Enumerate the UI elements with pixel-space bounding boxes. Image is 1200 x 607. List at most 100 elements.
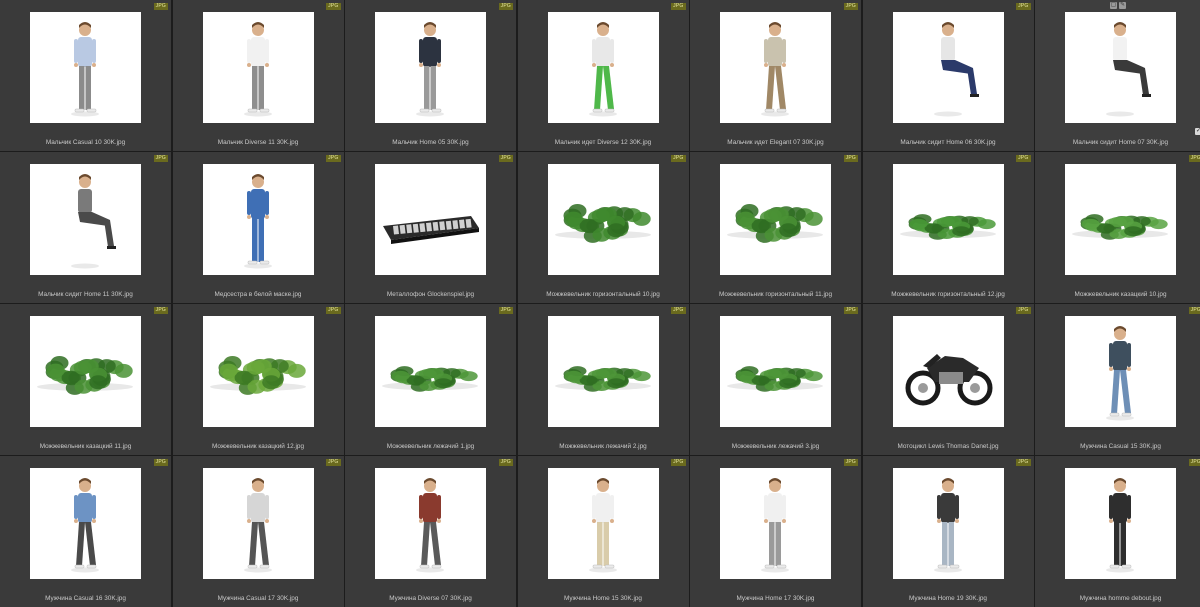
select-checkbox[interactable]: ✓ xyxy=(1195,128,1200,135)
thumbnail-image[interactable] xyxy=(1065,164,1176,275)
thumbnail-image[interactable] xyxy=(892,164,1004,275)
file-name-label: Мужчина Casual 16 30K.jpg xyxy=(45,595,126,602)
person-boy-icon xyxy=(1106,22,1151,117)
file-type-badge: JPG xyxy=(1188,307,1200,314)
thumbnail-cell[interactable]: JPG Мальчик Casual 10 30K.jpg xyxy=(0,0,171,151)
thumbnail-image[interactable] xyxy=(375,316,486,427)
thumbnail-cell[interactable]: JPG Мальчик сидит Home 06 30K.jpg xyxy=(862,0,1034,151)
file-type-badge: JPG xyxy=(1016,459,1031,466)
file-name-label: Мужчина Home 17 30K.jpg xyxy=(736,595,815,602)
file-name-label: Мальчик Casual 10 30K.jpg xyxy=(45,139,126,146)
thumbnail-image[interactable] xyxy=(892,316,1004,427)
person-man-icon xyxy=(1106,478,1134,573)
thumbnail-image[interactable] xyxy=(1065,316,1176,427)
thumbnail-cell[interactable]: JPG Мальчик идет Diverse 12 30K.jpg xyxy=(517,0,689,151)
thumbnail-image[interactable] xyxy=(892,12,1004,123)
file-type-badge: JPG xyxy=(498,155,513,162)
file-name-label: Можжевельник лежачий 1.jpg xyxy=(386,443,475,450)
thumbnail-cell[interactable]: JPG Мальчик Diverse 11 30K.jpg xyxy=(172,0,344,151)
file-name-label: Мужчина Casual 15 30K.jpg xyxy=(1080,443,1161,450)
thumbnail-cell[interactable]: JPG Мужчина Home 15 30K.jpg xyxy=(517,456,689,607)
thumbnail-cell[interactable]: JPG Мужчина Casual 15 30K.jpg xyxy=(1035,304,1200,455)
file-type-badge: JPG xyxy=(326,307,341,314)
file-type-badge: JPG xyxy=(326,155,341,162)
thumbnail-cell[interactable]: JPG Мальчик идет Elegant 07 30K.jpg xyxy=(690,0,861,151)
file-type-badge: JPG xyxy=(153,155,168,162)
thumbnail-cell[interactable]: JPG Мужчина Casual 16 30K.jpg xyxy=(0,456,171,607)
thumbnail-image[interactable] xyxy=(375,12,486,123)
motorcycle-icon xyxy=(905,354,992,406)
thumbnail-image[interactable] xyxy=(547,164,659,275)
thumbnail-cell[interactable]: JPG Можжевельник горизонтальный 12.jpg xyxy=(862,152,1034,303)
thumbnail-cell[interactable]: JPG Металлофон Glockenspiel.jpg xyxy=(345,152,516,303)
person-man-icon xyxy=(761,478,789,573)
thumbnail-image[interactable] xyxy=(202,316,314,427)
file-name-label: Мужчина Home 19 30K.jpg xyxy=(908,595,987,602)
thumbnail-cell[interactable]: JPG Мужчина Home 19 30K.jpg xyxy=(862,456,1034,607)
thumbnail-cell[interactable]: JPG Можжевельник лежачий 3.jpg xyxy=(690,304,861,455)
thumbnail-image[interactable] xyxy=(30,164,141,275)
thumbnail-image[interactable] xyxy=(1065,12,1176,123)
thumbnail-cell[interactable]: JPG Можжевельник горизонтальный 10.jpg xyxy=(517,152,689,303)
thumbnail-cell[interactable]: JPG Медсестра в белой маске.jpg xyxy=(172,152,344,303)
file-name-label: Можжевельник лежачий 2.jpg xyxy=(559,443,647,450)
thumbnail-cell[interactable]: JPG Можжевельник казацкий 11.jpg xyxy=(0,304,171,455)
thumbnail-image[interactable] xyxy=(547,468,659,579)
thumbnail-cell[interactable]: JPG Можжевельник горизонтальный 11.jpg xyxy=(690,152,861,303)
file-type-badge: JPG xyxy=(498,3,513,10)
thumbnail-image[interactable] xyxy=(720,468,831,579)
person-sitting-icon xyxy=(71,174,116,269)
person-boy-icon xyxy=(416,22,444,117)
pencil-icon[interactable]: ✎ xyxy=(1119,2,1126,9)
thumbnail-image[interactable] xyxy=(202,164,314,275)
thumbnail-image[interactable] xyxy=(30,12,141,123)
file-name-label: Можжевельник горизонтальный 11.jpg xyxy=(718,291,833,298)
file-type-badge: JPG xyxy=(1188,155,1200,162)
thumbnail-image[interactable] xyxy=(202,12,314,123)
thumbnail-image[interactable] xyxy=(202,468,314,579)
file-type-badge: JPG xyxy=(326,3,341,10)
thumbnail-cell[interactable]: JPG Мотоцикл Lewis Thomas Danet.jpg xyxy=(862,304,1034,455)
frame-icon[interactable]: ▢ xyxy=(1110,2,1117,9)
shrub-icon xyxy=(209,356,306,395)
file-name-label: Можжевельник горизонтальный 10.jpg xyxy=(546,291,660,298)
thumbnail-image[interactable] xyxy=(547,12,659,123)
shrub-icon xyxy=(37,356,133,395)
thumbnail-image[interactable] xyxy=(720,316,831,427)
file-name-label: Можжевельник казацкий 10.jpg xyxy=(1074,291,1167,298)
shrub-icon xyxy=(554,204,651,243)
thumbnail-image[interactable] xyxy=(547,316,659,427)
thumbnail-cell[interactable]: JPG Мальчик Home 05 30K.jpg xyxy=(345,0,516,151)
file-name-label: Мальчик Home 05 30K.jpg xyxy=(392,139,469,146)
thumbnail-cell[interactable]: JPG Можжевельник лежачий 2.jpg xyxy=(517,304,689,455)
thumbnail-cell[interactable]: JPG Мальчик сидит Home 11 30K.jpg xyxy=(0,152,171,303)
file-name-label: Мальчик сидит Home 11 30K.jpg xyxy=(38,291,133,298)
thumbnail-cell[interactable]: JPG Можжевельник казацкий 12.jpg xyxy=(172,304,344,455)
thumbnail-image[interactable] xyxy=(892,468,1004,579)
person-man-icon xyxy=(1106,326,1134,421)
file-type-badge: JPG xyxy=(671,155,686,162)
thumbnail-image[interactable] xyxy=(30,468,141,579)
thumbnail-cell[interactable]: JPG Мужчина Diverse 07 30K.jpg xyxy=(345,456,516,607)
thumbnail-cell[interactable]: JPGМальчик сидит Home 07 30K.jpg▢✎✓ xyxy=(1035,0,1200,151)
file-type-badge: JPG xyxy=(843,155,858,162)
thumbnail-image[interactable] xyxy=(1065,468,1176,579)
thumbnail-image[interactable] xyxy=(720,164,831,275)
file-name-label: Можжевельник казацкий 11.jpg xyxy=(39,443,132,450)
thumbnail-cell[interactable]: JPG Можжевельник лежачий 1.jpg xyxy=(345,304,516,455)
file-type-badge: JPG xyxy=(843,307,858,314)
thumbnail-tools: ▢ ✎ xyxy=(1035,2,1200,9)
thumbnail-cell[interactable]: JPG Мужчина Home 17 30K.jpg xyxy=(690,456,861,607)
file-name-label: Можжевельник лежачий 3.jpg xyxy=(731,443,820,450)
thumbnail-cell[interactable]: JPG Мужчина homme debout.jpg xyxy=(1035,456,1200,607)
thumbnail-image[interactable] xyxy=(30,316,141,427)
thumbnail-image[interactable] xyxy=(375,468,486,579)
thumbnail-cell[interactable]: JPG Можжевельник казацкий 10.jpg xyxy=(1035,152,1200,303)
file-type-badge: JPG xyxy=(1016,155,1031,162)
thumbnail-image[interactable] xyxy=(720,12,831,123)
thumbnail-cell[interactable]: JPG Мужчина Casual 17 30K.jpg xyxy=(172,456,344,607)
file-name-label: Мотоцикл Lewis Thomas Danet.jpg xyxy=(897,443,999,450)
person-man-icon xyxy=(71,478,99,573)
thumbnail-image[interactable] xyxy=(375,164,486,275)
file-type-badge: JPG xyxy=(153,307,168,314)
